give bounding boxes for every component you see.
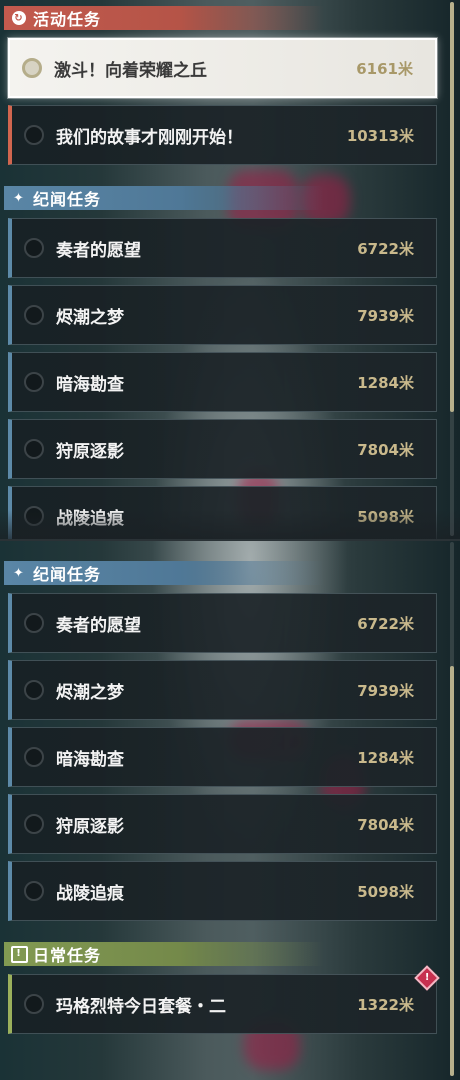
quest-item[interactable]: 奏者的愿望 6722米 (8, 593, 437, 653)
sparkle-icon: ✦ (13, 565, 25, 581)
quest-distance: 10313米 (346, 126, 414, 145)
quest-name: 烬潮之梦 (56, 307, 124, 328)
quest-item[interactable]: 战陵追痕 5098米 (8, 861, 437, 921)
quest-list-panel-top: ↻ 活动任务 激斗！向着荣耀之丘 6161米 我们的故事才刚刚开始！ 10313… (0, 0, 460, 540)
scrollbar-thumb[interactable] (450, 666, 454, 1076)
quest-item-selected[interactable]: 激斗！向着荣耀之丘 6161米 (8, 38, 437, 98)
section-title: 日常任务 (33, 946, 102, 965)
section-title: 纪闻任务 (33, 565, 102, 584)
quest-radio[interactable] (24, 814, 44, 834)
quest-distance: 6722米 (357, 614, 414, 633)
quest-name: 狩原逐影 (56, 441, 124, 462)
section-header-lore: ✦ 纪闻任务 (4, 186, 324, 210)
section-header-lore: ✦ 纪闻任务 (4, 561, 324, 585)
quest-distance: 1284米 (357, 373, 414, 392)
quest-distance: 5098米 (357, 882, 414, 901)
section-title: 纪闻任务 (33, 190, 102, 209)
scrollbar-thumb[interactable] (450, 2, 454, 412)
quest-name: 我们的故事才刚刚开始！ (56, 127, 243, 148)
alert-badge-mark: ! (424, 972, 430, 983)
quest-item[interactable]: 我们的故事才刚刚开始！ 10313米 (8, 105, 437, 165)
quest-item[interactable]: 烬潮之梦 7939米 (8, 285, 437, 345)
quest-distance: 6722米 (357, 239, 414, 258)
quest-name: 玛格烈特今日套餐・二 (56, 996, 226, 1017)
quest-distance: 6161米 (356, 59, 413, 78)
quest-distance: 7804米 (357, 815, 414, 834)
section-title: 活动任务 (33, 10, 102, 29)
quest-name: 奏者的愿望 (56, 615, 141, 636)
scrollbar[interactable] (450, 542, 454, 1076)
quest-name: 狩原逐影 (56, 816, 124, 837)
quest-list-panel-bottom: ✦ 纪闻任务 奏者的愿望 6722米 烬潮之梦 7939米 暗海勘查 1284米… (0, 540, 460, 1080)
quest-name: 奏者的愿望 (56, 240, 141, 261)
quest-item[interactable]: 战陵追痕 5098米 (8, 486, 437, 540)
quest-item[interactable]: 玛格烈特今日套餐・二 1322米 (8, 974, 437, 1034)
quest-radio[interactable] (24, 747, 44, 767)
sparkle-icon: ✦ (13, 190, 25, 206)
refresh-icon: ↻ (10, 9, 28, 27)
quest-item[interactable]: 暗海勘查 1284米 (8, 352, 437, 412)
quest-name: 烬潮之梦 (56, 682, 124, 703)
quest-item[interactable]: 烬潮之梦 7939米 (8, 660, 437, 720)
quest-name: 激斗！向着荣耀之丘 (54, 60, 207, 81)
quest-radio[interactable] (24, 506, 44, 526)
quest-radio[interactable] (24, 881, 44, 901)
quest-name: 暗海勘查 (56, 374, 124, 395)
quest-name: 暗海勘查 (56, 749, 124, 770)
quest-radio[interactable] (24, 238, 44, 258)
quest-item[interactable]: 狩原逐影 7804米 (8, 419, 437, 479)
section-header-event: ↻ 活动任务 (4, 6, 324, 30)
quest-radio[interactable] (22, 58, 42, 78)
exclamation-box-icon: ! (10, 945, 28, 963)
quest-distance: 1284米 (357, 748, 414, 767)
scrollbar[interactable] (450, 2, 454, 536)
quest-name: 战陵追痕 (56, 508, 124, 529)
quest-item[interactable]: 狩原逐影 7804米 (8, 794, 437, 854)
quest-distance: 7939米 (357, 681, 414, 700)
section-header-daily: ! 日常任务 (4, 942, 324, 966)
quest-distance: 7939米 (357, 306, 414, 325)
quest-distance: 5098米 (357, 507, 414, 526)
quest-name: 战陵追痕 (56, 883, 124, 904)
quest-radio[interactable] (24, 680, 44, 700)
quest-radio[interactable] (24, 439, 44, 459)
quest-item[interactable]: 暗海勘查 1284米 (8, 727, 437, 787)
quest-distance: 1322米 (357, 995, 414, 1014)
quest-radio[interactable] (24, 305, 44, 325)
quest-distance: 7804米 (357, 440, 414, 459)
quest-radio[interactable] (24, 125, 44, 145)
quest-radio[interactable] (24, 994, 44, 1014)
quest-radio[interactable] (24, 613, 44, 633)
quest-radio[interactable] (24, 372, 44, 392)
quest-item[interactable]: 奏者的愿望 6722米 (8, 218, 437, 278)
